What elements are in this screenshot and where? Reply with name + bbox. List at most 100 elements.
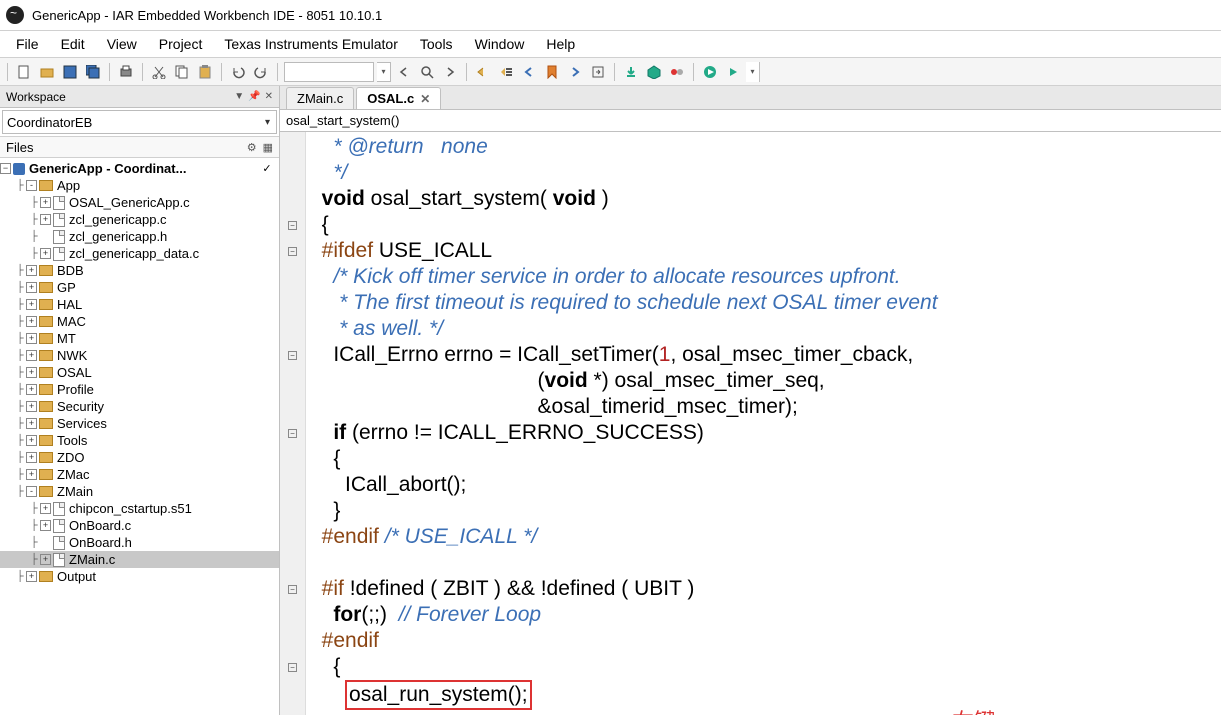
make-icon[interactable]	[644, 62, 664, 82]
tree-folder-nwk[interactable]: ├+NWK	[0, 347, 279, 364]
tree-twisty[interactable]: ├	[28, 537, 40, 548]
expand-icon[interactable]: -	[26, 180, 37, 191]
code-line[interactable]: osal_run_system();	[310, 680, 1221, 710]
expand-icon[interactable]: +	[26, 384, 37, 395]
code-line[interactable]	[310, 550, 1221, 576]
tree-twisty[interactable]: ├	[28, 214, 40, 225]
copy-icon[interactable]	[172, 62, 192, 82]
tree-twisty[interactable]: ├	[14, 350, 26, 361]
tree-twisty[interactable]: ├	[14, 282, 26, 293]
fold-icon[interactable]: −	[288, 429, 297, 438]
tree-twisty[interactable]: ├	[14, 367, 26, 378]
nav-back-icon[interactable]	[473, 62, 493, 82]
tree-twisty[interactable]: ├	[14, 180, 26, 191]
bookmark-prev-icon[interactable]	[519, 62, 539, 82]
tree-twisty[interactable]: ├	[28, 520, 40, 531]
cut-icon[interactable]	[149, 62, 169, 82]
code-line[interactable]: #if !defined ( ZBIT ) && !defined ( UBIT…	[310, 576, 1221, 602]
tree-folder-zmain[interactable]: ├-ZMain	[0, 483, 279, 500]
menu-file[interactable]: File	[6, 32, 49, 56]
tree-twisty[interactable]: ├	[28, 503, 40, 514]
expand-icon[interactable]: +	[40, 554, 51, 565]
tree-file-zcl-genericapp-c[interactable]: ├+zcl_genericapp.c	[0, 211, 279, 228]
tree-file-chipcon-cstartup-s51[interactable]: ├+chipcon_cstartup.s51	[0, 500, 279, 517]
tree-file-onboard-c[interactable]: ├+OnBoard.c	[0, 517, 279, 534]
expand-icon[interactable]: +	[26, 265, 37, 276]
tree-folder-zmac[interactable]: ├+ZMac	[0, 466, 279, 483]
expand-icon[interactable]: −	[0, 163, 11, 174]
code-content[interactable]: * @return none */ void osal_start_system…	[306, 132, 1221, 715]
code-line[interactable]: /* Kick off timer service in order to al…	[310, 264, 1221, 290]
code-line[interactable]: {	[310, 446, 1221, 472]
code-line[interactable]: }	[310, 498, 1221, 524]
nav-list-icon[interactable]	[496, 62, 516, 82]
tab-osal-c[interactable]: OSAL.c✕	[356, 87, 441, 109]
tree-twisty[interactable]: ├	[14, 401, 26, 412]
menu-edit[interactable]: Edit	[51, 32, 95, 56]
expand-icon[interactable]: +	[26, 282, 37, 293]
expand-icon[interactable]: +	[26, 316, 37, 327]
expand-icon[interactable]: +	[26, 469, 37, 480]
tree-root[interactable]: −GenericApp - Coordinat...✓	[0, 160, 279, 177]
tree-twisty[interactable]: ├	[14, 316, 26, 327]
expand-icon[interactable]: +	[40, 197, 51, 208]
code-line[interactable]: #endif /* USE_ICALL */	[310, 524, 1221, 550]
tree-twisty[interactable]: ├	[14, 265, 26, 276]
expand-icon[interactable]: +	[40, 520, 51, 531]
tree-twisty[interactable]: ├	[14, 435, 26, 446]
tree-folder-mac[interactable]: ├+MAC	[0, 313, 279, 330]
tree-folder-tools[interactable]: ├+Tools	[0, 432, 279, 449]
tree-file-zcl-genericapp-h[interactable]: ├zcl_genericapp.h	[0, 228, 279, 245]
column-icon-2[interactable]: ▦	[263, 141, 273, 154]
expand-icon[interactable]: +	[26, 435, 37, 446]
code-line[interactable]: {	[310, 654, 1221, 680]
tree-folder-mt[interactable]: ├+MT	[0, 330, 279, 347]
code-line[interactable]: #ifdef USE_ICALL	[310, 238, 1221, 264]
tree-folder-security[interactable]: ├+Security	[0, 398, 279, 415]
paste-icon[interactable]	[195, 62, 215, 82]
tree-folder-osal[interactable]: ├+OSAL	[0, 364, 279, 381]
tree-file-onboard-h[interactable]: ├OnBoard.h	[0, 534, 279, 551]
tree-file-osal-genericapp-c[interactable]: ├+OSAL_GenericApp.c	[0, 194, 279, 211]
tree-twisty[interactable]: ├	[28, 554, 40, 565]
save-all-icon[interactable]	[83, 62, 103, 82]
menu-texas-instruments-emulator[interactable]: Texas Instruments Emulator	[214, 32, 408, 56]
bookmark-next-icon[interactable]	[565, 62, 585, 82]
new-file-icon[interactable]	[14, 62, 34, 82]
tree-twisty[interactable]: ├	[14, 571, 26, 582]
bookmark-icon[interactable]	[542, 62, 562, 82]
expand-icon[interactable]: -	[26, 486, 37, 497]
code-line[interactable]: if (errno != ICALL_ERRNO_SUCCESS)	[310, 420, 1221, 446]
tree-twisty[interactable]: ├	[14, 299, 26, 310]
expand-icon[interactable]: +	[26, 401, 37, 412]
undo-icon[interactable]	[228, 62, 248, 82]
menu-window[interactable]: Window	[465, 32, 535, 56]
fold-icon[interactable]: −	[288, 247, 297, 256]
tree-file-zcl-genericapp-data-c[interactable]: ├+zcl_genericapp_data.c	[0, 245, 279, 262]
tree-twisty[interactable]: ├	[14, 384, 26, 395]
find-icon[interactable]	[417, 62, 437, 82]
expand-icon[interactable]: +	[40, 214, 51, 225]
open-file-icon[interactable]	[37, 62, 57, 82]
project-tree[interactable]: −GenericApp - Coordinat...✓├-App├+OSAL_G…	[0, 158, 279, 715]
debug-run-icon[interactable]	[700, 62, 720, 82]
run-nodownload-icon[interactable]	[723, 62, 743, 82]
expand-icon[interactable]: +	[40, 248, 51, 259]
menu-project[interactable]: Project	[149, 32, 213, 56]
find-prev-icon[interactable]	[394, 62, 414, 82]
tree-twisty[interactable]: ├	[14, 418, 26, 429]
code-line[interactable]: * @return none	[310, 134, 1221, 160]
tree-folder-gp[interactable]: ├+GP	[0, 279, 279, 296]
tree-twisty[interactable]: ├	[28, 248, 40, 259]
menu-help[interactable]: Help	[536, 32, 585, 56]
tree-folder-output[interactable]: ├+Output	[0, 568, 279, 585]
tree-twisty[interactable]: ├	[14, 452, 26, 463]
tree-folder-profile[interactable]: ├+Profile	[0, 381, 279, 398]
expand-icon[interactable]: +	[26, 571, 37, 582]
expand-icon[interactable]: +	[26, 350, 37, 361]
tab-close-icon[interactable]: ✕	[420, 92, 430, 106]
code-line[interactable]: * as well. */	[310, 316, 1221, 342]
fold-icon[interactable]: −	[288, 221, 297, 230]
panel-pin-icon[interactable]: 📌	[248, 91, 260, 102]
find-next-icon[interactable]	[440, 62, 460, 82]
